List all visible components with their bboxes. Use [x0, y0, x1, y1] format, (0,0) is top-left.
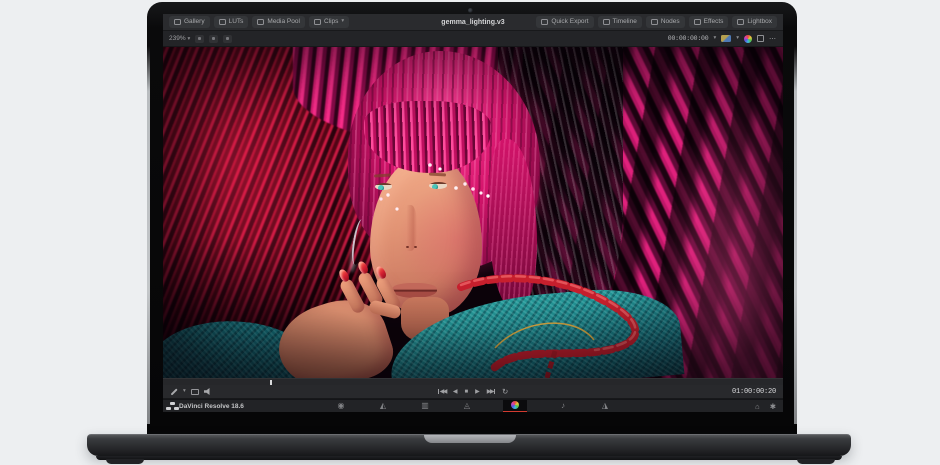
effects-button[interactable]: Effects	[689, 16, 729, 28]
lightbox-icon	[737, 19, 744, 25]
toggle-glyph	[226, 37, 229, 40]
expand-viewer-icon[interactable]	[757, 35, 764, 42]
page-tab-deliver[interactable]: ◮	[599, 402, 611, 410]
record-timecode: 01:00:00:20	[732, 388, 776, 396]
chevron-down-icon: ▾	[736, 36, 739, 42]
timeline-button[interactable]: Timeline	[598, 16, 642, 28]
laptop-underside	[96, 456, 842, 460]
top-toolbar: Gallery LUTs Media Pool Clips▾ gemma_lig…	[163, 14, 783, 31]
home-button[interactable]: ⌂	[755, 402, 760, 411]
photo-vignette	[163, 47, 783, 378]
viewer-toolbar: 239% ▾ Timeline 1 ▾ 00:00:00:00 ▾ ▾ ⋯	[163, 31, 783, 47]
unmix-toggle[interactable]	[209, 35, 218, 43]
play-button[interactable]: ▶	[475, 388, 480, 395]
go-to-start-button[interactable]: ◀◀	[438, 388, 446, 395]
page-bar: DaVinci Resolve 18.6 ◉ ◭ ▥ ◬ ♪ ◮ ⌂ ✱	[163, 399, 783, 412]
chevron-down-icon: ▾	[713, 36, 716, 42]
page-tab-color[interactable]	[503, 400, 527, 413]
transport-bar: ▾ ◀◀ ◀ ■ ▶ ▶▶ ↻ 01:00:00:20	[163, 385, 783, 399]
page-tab-fairlight[interactable]: ♪	[557, 402, 569, 410]
quick-export-button[interactable]: Quick Export	[536, 16, 593, 28]
page-tab-edit[interactable]: ▥	[419, 402, 431, 410]
go-to-end-button[interactable]: ▶▶	[487, 388, 495, 395]
viewer-scrub-bar[interactable]	[163, 378, 783, 385]
timeline-icon	[603, 19, 610, 25]
page-tab-fusion[interactable]: ◬	[461, 402, 473, 410]
lid-lift-notch	[424, 435, 516, 443]
lightbox-button[interactable]: Lightbox	[732, 16, 777, 28]
davinci-resolve-window: Gallery LUTs Media Pool Clips▾ gemma_lig…	[163, 14, 783, 412]
settings-gear-icon[interactable]: ✱	[770, 402, 776, 411]
clip-thumbnail-icon[interactable]	[721, 35, 731, 42]
page-tab-cut[interactable]: ◭	[377, 402, 389, 410]
lid-edge-right	[794, 46, 797, 424]
laptop-foot-left	[106, 459, 144, 464]
bypass-grades-toggle[interactable]	[195, 35, 204, 43]
nodes-button[interactable]: Nodes	[646, 16, 685, 28]
viewer-zoom-select[interactable]: 239% ▾	[169, 35, 190, 43]
webcam-dot	[468, 8, 473, 13]
quick-export-icon	[541, 19, 548, 25]
page-tab-media[interactable]: ◉	[335, 402, 347, 410]
laptop-foot-right	[797, 459, 835, 464]
viewer-canvas[interactable]	[163, 47, 783, 378]
chevron-down-icon: ▾	[187, 36, 190, 42]
effects-icon	[694, 19, 701, 25]
wipe-mode-toggle[interactable]	[223, 35, 232, 43]
loop-button[interactable]: ↻	[502, 387, 508, 396]
color-wheel-icon[interactable]	[744, 35, 752, 43]
lid-edge-left	[147, 46, 150, 424]
toggle-glyph	[198, 37, 201, 40]
color-page-icon	[511, 401, 519, 409]
stop-button[interactable]: ■	[465, 389, 469, 395]
options-menu-icon[interactable]: ⋯	[769, 35, 777, 43]
nodes-icon	[651, 19, 658, 25]
source-timecode: 00:00:00:00	[668, 35, 709, 42]
step-back-button[interactable]: ◀	[453, 388, 458, 395]
toggle-glyph	[212, 37, 215, 40]
scene: Gallery LUTs Media Pool Clips▾ gemma_lig…	[0, 0, 940, 465]
